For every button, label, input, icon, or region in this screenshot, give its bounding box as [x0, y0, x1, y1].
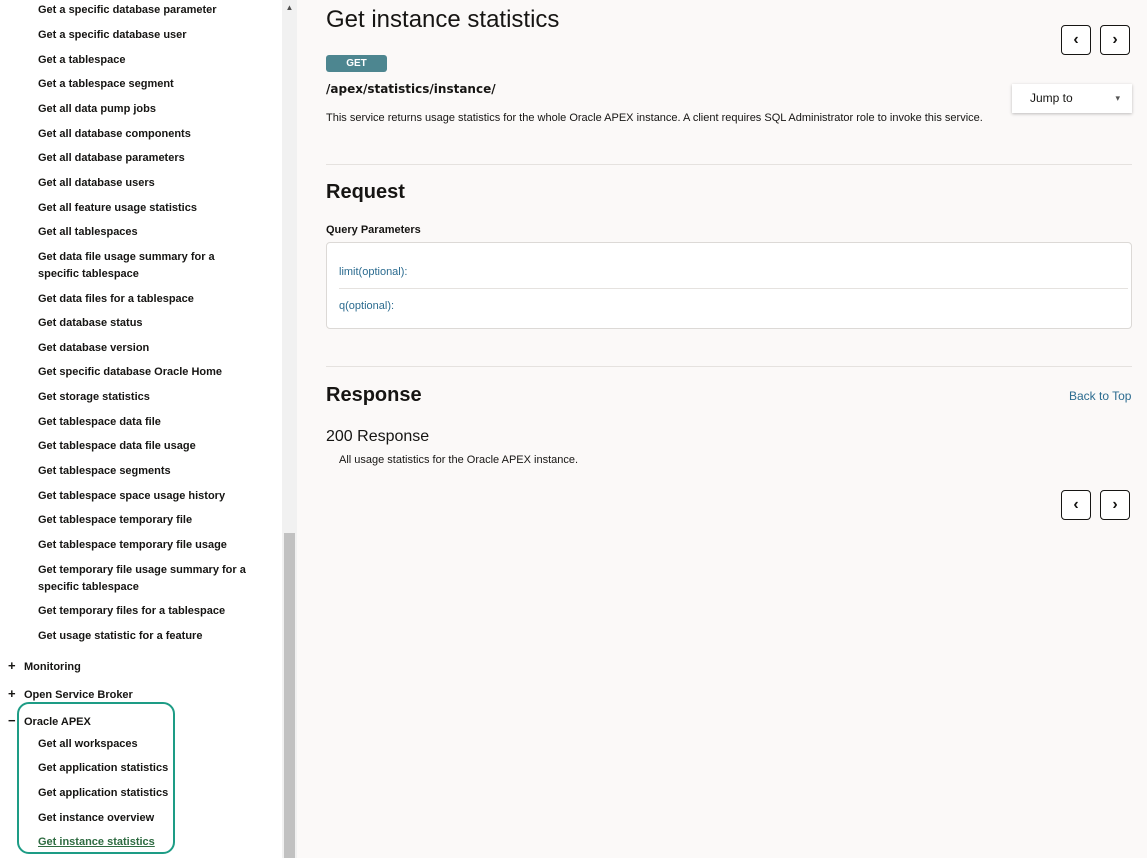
chevron-left-icon: ‹	[1073, 31, 1079, 48]
page-title: Get instance statistics	[326, 6, 560, 33]
highlight-box	[17, 702, 175, 854]
jump-to-select[interactable]: Jump to ▾	[1012, 84, 1132, 113]
sidebar-item[interactable]: Get storage statistics	[38, 389, 258, 406]
chevron-right-icon: ›	[1112, 496, 1118, 513]
divider	[326, 164, 1132, 165]
query-parameters-panel: limit(optional): q(optional):	[326, 242, 1132, 329]
http-method-badge: GET	[326, 55, 387, 72]
sidebar-item[interactable]: Get data files for a tablespace	[38, 291, 258, 308]
sidebar-item[interactable]: Get a specific database user	[38, 27, 258, 44]
sidebar-item[interactable]: Get all feature usage statistics	[38, 200, 258, 217]
endpoint-description: This service returns usage statistics fo…	[326, 112, 983, 124]
param-limit[interactable]: limit(optional):	[339, 266, 407, 278]
param-q[interactable]: q(optional):	[339, 300, 394, 312]
sidebar-item[interactable]: Get tablespace segments	[38, 463, 258, 480]
response-heading: Response	[326, 384, 422, 406]
sidebar-item[interactable]: Get all data pump jobs	[38, 101, 258, 118]
scrollbar-thumb[interactable]	[284, 533, 295, 858]
previous-button[interactable]: ‹	[1061, 490, 1091, 520]
response-description: All usage statistics for the Oracle APEX…	[339, 454, 579, 466]
sidebar-item[interactable]: Get usage statistic for a feature	[38, 628, 258, 645]
sidebar-item[interactable]: Get tablespace temporary file usage	[38, 537, 258, 554]
sidebar: Get a specific database parameter Get a …	[0, 0, 282, 858]
scroll-up-arrow-icon[interactable]: ▲	[282, 0, 297, 15]
back-to-top-link[interactable]: Back to Top	[1069, 389, 1131, 403]
next-button[interactable]: ›	[1100, 25, 1130, 55]
sidebar-item[interactable]: Get temporary file usage summary for a s…	[38, 562, 258, 596]
chevron-down-icon: ▾	[1115, 93, 1120, 103]
sidebar-item[interactable]: Get temporary files for a tablespace	[38, 603, 258, 620]
chevron-left-icon: ‹	[1073, 496, 1079, 513]
jump-to-label: Jump to	[1030, 91, 1073, 105]
sidebar-item[interactable]: Get tablespace space usage history	[38, 488, 258, 505]
sidebar-item[interactable]: Get database status	[38, 315, 258, 332]
expand-icon: +	[8, 658, 16, 673]
divider	[339, 288, 1128, 289]
divider	[326, 366, 1132, 367]
sidebar-section-monitoring[interactable]: + Monitoring	[8, 657, 268, 676]
sidebar-item[interactable]: Get a tablespace	[38, 52, 258, 69]
sidebar-item[interactable]: Get tablespace data file	[38, 414, 258, 431]
query-parameters-label: Query Parameters	[326, 224, 421, 236]
endpoint-path: /apex/statistics/instance/	[326, 82, 496, 96]
expand-icon: +	[8, 686, 16, 701]
next-button[interactable]: ›	[1100, 490, 1130, 520]
sidebar-item[interactable]: Get specific database Oracle Home	[38, 364, 258, 381]
sidebar-item[interactable]: Get all database users	[38, 175, 258, 192]
sidebar-item[interactable]: Get all tablespaces	[38, 224, 258, 241]
sidebar-scrollbar[interactable]: ▲	[282, 0, 297, 858]
sidebar-section-label: Monitoring	[24, 661, 81, 673]
sidebar-item[interactable]: Get a tablespace segment	[38, 76, 258, 93]
sidebar-item[interactable]: Get all database components	[38, 126, 258, 143]
main-content: Get instance statistics ‹ › GET /apex/st…	[297, 0, 1147, 858]
sidebar-item[interactable]: Get all database parameters	[38, 150, 258, 167]
request-heading: Request	[326, 181, 405, 203]
sidebar-item[interactable]: Get data file usage summary for a specif…	[38, 249, 258, 283]
previous-button[interactable]: ‹	[1061, 25, 1091, 55]
sidebar-item[interactable]: Get tablespace data file usage	[38, 438, 258, 455]
sidebar-item[interactable]: Get database version	[38, 340, 258, 357]
sidebar-item[interactable]: Get a specific database parameter	[38, 2, 258, 19]
sidebar-section-label: Open Service Broker	[24, 689, 133, 701]
sidebar-item[interactable]: Get tablespace temporary file	[38, 512, 258, 529]
response-status-code: 200 Response	[326, 428, 430, 445]
chevron-right-icon: ›	[1112, 31, 1118, 48]
